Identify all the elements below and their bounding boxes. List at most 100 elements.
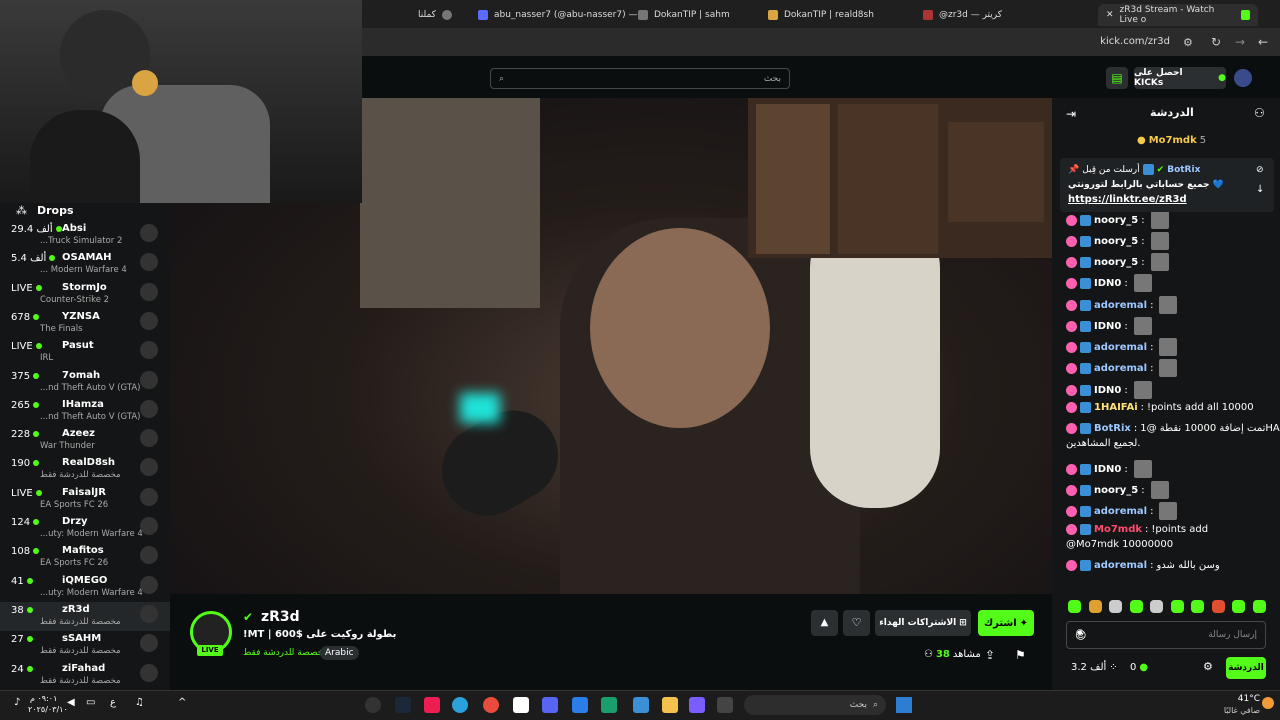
sidebar-stream-row[interactable]: LIVE Pasut IRL [0,338,170,367]
mail-icon[interactable] [633,697,649,713]
emote-icon[interactable] [1211,600,1225,613]
chat-username[interactable]: adoremal [1094,363,1147,374]
sidebar-stream-row[interactable]: 38 zR3d مخصصة للدردشة فقط [0,601,170,631]
chat-username[interactable]: noory_5 [1094,485,1138,496]
stream-category[interactable]: مخصصة للدردشة فقط [243,648,328,658]
tune-icon[interactable]: ⚙ [1183,36,1193,49]
taskbar-search[interactable]: بحث ⌕ [744,695,886,715]
chat-username[interactable]: BotRix [1094,423,1131,434]
file-icon[interactable] [717,697,733,713]
browser-tab[interactable]: كملنا [410,4,460,26]
close-icon[interactable]: ✕ [1106,10,1114,20]
sidebar-stream-row[interactable]: 41 iQMEGO ...uty: Modern Warfare 4 [0,573,170,602]
chat-users-icon[interactable]: ⚇ [1254,106,1265,120]
windows-start-icon[interactable] [896,697,912,713]
sidebar-stream-row[interactable]: LIVE StormJo Counter-Strike 2 [0,280,170,309]
browser-tab[interactable]: DokanTIP | sahm [630,4,738,26]
chat-username[interactable]: adoremal [1094,560,1147,571]
browser-tab[interactable]: DokanTIP | reald8sh [760,4,882,26]
emote-icon[interactable] [1129,600,1143,613]
app-icon[interactable] [689,697,705,713]
follow-heart-icon[interactable]: ♡ [843,610,870,636]
url-field[interactable]: kick.com/zr3d [1100,36,1170,47]
gift-subs-button[interactable]: الاشتراكات الهداء ⊞ [875,610,971,636]
edge-icon[interactable] [601,697,617,713]
tiktok-icon[interactable] [424,697,440,713]
send-chat-button[interactable]: الدردشة [1226,657,1266,679]
unpin-icon[interactable]: ⊘ [1256,165,1264,175]
microphone-icon[interactable]: ♫ [135,697,144,708]
sidebar-stream-row[interactable]: LIVE FaisalJR EA Sports FC 26 [0,485,170,514]
forward-icon[interactable]: → [1235,35,1245,49]
notes-icon[interactable] [513,697,529,713]
folder-icon[interactable] [662,697,678,713]
sidebar-stream-row[interactable]: 24 ziFahad مخصصة للدردشة فقط [0,661,170,690]
volume-icon[interactable]: ◀ [67,697,75,708]
browser-tab-active[interactable]: ✕ zR3d Stream - Watch Live o [1098,4,1258,26]
chat-username[interactable]: Mo7mdk [1094,524,1142,535]
sidebar-stream-row[interactable]: 5.4 ألف OSAMAH... Modern Warfare 4 [0,250,170,279]
chrome-icon[interactable] [483,697,499,713]
search-input[interactable]: بحث ⌕ [490,68,790,89]
notification-icon[interactable]: ♪ [14,697,20,708]
browser-tab[interactable]: @zr3d — كريتر [915,4,1010,26]
sidebar-stream-row[interactable]: 124 Drzy ...uty: Modern Warfare 4 [0,514,170,543]
emote-icon[interactable] [1252,600,1266,613]
keyboard-language[interactable]: ع [110,697,116,708]
recorder-icon[interactable] [365,697,381,713]
sidebar-stream-row[interactable]: 228 Azeez War Thunder [0,426,170,455]
emote-icon[interactable] [1191,600,1205,613]
chat-username[interactable]: IDN0 [1094,278,1121,289]
chat-input[interactable]: إرسال رسالة ☺ [1066,621,1266,649]
report-flag-icon[interactable]: ⚑ [1015,648,1026,662]
chat-username[interactable]: noory_5 [1094,215,1138,226]
user-avatar[interactable] [1234,69,1252,87]
steam-icon[interactable] [395,697,411,713]
expand-icon[interactable]: ↓ [1256,184,1264,195]
sidebar-stream-row[interactable]: 265 IHamza ...nd Theft Auto V (GTA) [0,397,170,426]
chat-username[interactable]: IDN0 [1094,321,1121,332]
chat-username[interactable]: adoremal [1094,300,1147,311]
browser-tab[interactable]: abu_nasser7 (@abu-nasser7) — [470,4,645,26]
language-tag[interactable]: Arabic [320,646,359,660]
record-icon[interactable]: ◉ [1076,628,1084,638]
sidebar-stream-row[interactable]: 27 sSAHM مخصصة للدردشة فقط [0,631,170,660]
emote-icon[interactable] [1232,600,1246,613]
subscribe-button[interactable]: اشترك ✦ [978,610,1034,636]
pinned-link[interactable]: https://linktr.ee/zR3d [1068,194,1187,205]
channel-points[interactable]: 3.2 ألف ⁘ [1071,662,1118,673]
drops-label[interactable]: Drops [37,204,74,217]
editor-icon[interactable] [572,697,588,713]
back-icon[interactable]: ← [1258,35,1268,49]
chat-username[interactable]: noory_5 [1094,236,1138,247]
clock-time[interactable]: ٠٩:٠١ م [30,694,57,703]
wallet-icon[interactable]: ▤ [1106,67,1128,89]
settings-gear-icon[interactable]: ⚙ [1203,660,1213,673]
chat-username[interactable]: 1HAIFAi [1094,402,1138,413]
chat-username[interactable]: adoremal [1094,506,1147,517]
share-icon[interactable]: ⇪ [985,648,995,662]
clock-date[interactable]: ٢٠٢٥/٠٣/١٠ [28,705,68,714]
emote-icon[interactable] [1088,600,1102,613]
chat-username[interactable]: IDN0 [1094,385,1121,396]
sidebar-stream-row[interactable]: 678 YZNSA The Finals [0,309,170,338]
tray-chevron-icon[interactable]: ^ [178,697,186,708]
reload-icon[interactable]: ↻ [1211,35,1221,49]
chat-username[interactable]: adoremal [1094,342,1147,353]
emote-icon[interactable] [1170,600,1184,613]
get-kicks-button[interactable]: احصل على KICKs ● [1134,67,1226,89]
network-icon[interactable]: ▭ [86,697,95,708]
emote-icon[interactable] [1150,600,1164,613]
chat-username[interactable]: IDN0 [1094,464,1121,475]
channel-name[interactable]: zR3d [261,609,300,625]
emote-icon[interactable] [1068,600,1081,613]
discord-icon[interactable] [542,697,558,713]
chat-username[interactable]: noory_5 [1094,257,1138,268]
sidebar-stream-row[interactable]: 108 Mafitos EA Sports FC 26 [0,543,170,572]
sidebar-stream-row[interactable]: 29.4 ألف Absi ...Truck Simulator 2 [0,221,170,250]
sidebar-stream-row[interactable]: 190 RealD8sh مخصصة للدردشة فقط [0,455,170,484]
emote-icon[interactable] [1109,600,1123,613]
weather-temp[interactable]: 41°C [1232,694,1260,704]
collapse-chat-icon[interactable]: ⇥ [1066,107,1076,121]
sidebar-stream-row[interactable]: 375 7omah ...nd Theft Auto V (GTA) [0,368,170,397]
